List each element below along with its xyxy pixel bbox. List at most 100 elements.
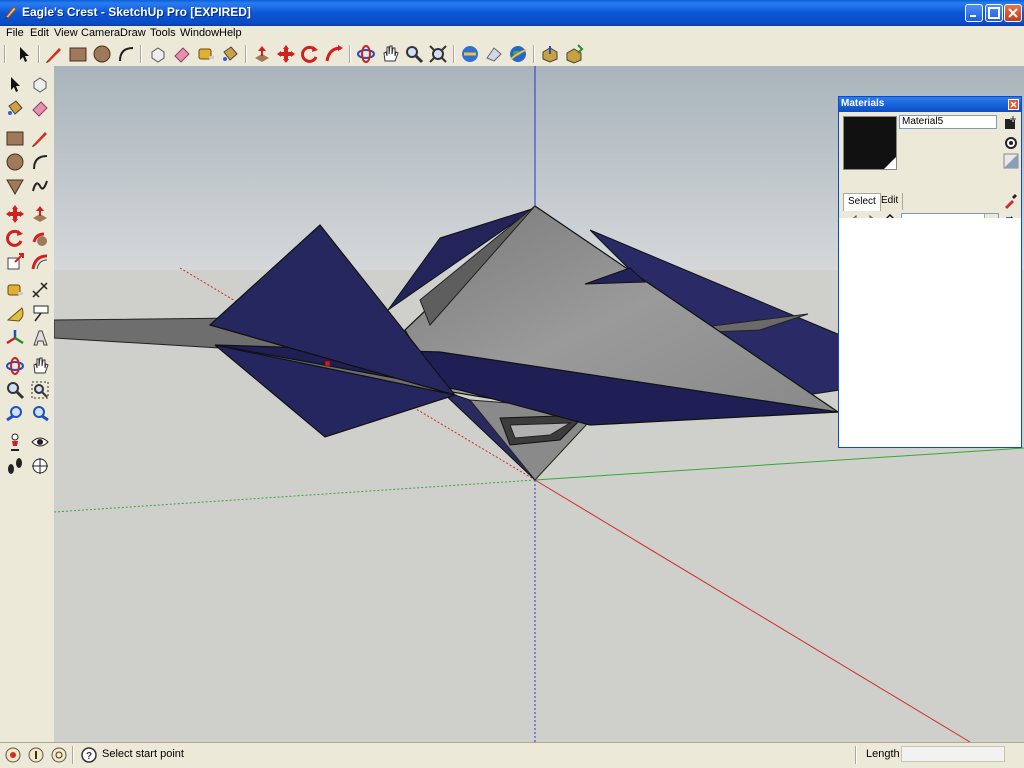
line-pencil-icon[interactable] (44, 44, 64, 64)
push-pull-icon[interactable] (30, 204, 50, 224)
orbit-icon[interactable] (356, 44, 376, 64)
default-material-icon[interactable] (1003, 153, 1019, 169)
measurements-label: Length (866, 748, 900, 760)
section-plane-icon[interactable] (30, 456, 50, 476)
rectangle-icon[interactable] (5, 128, 25, 148)
protractor-icon[interactable] (5, 304, 25, 324)
close-button[interactable] (1004, 4, 1022, 22)
menu-tools[interactable]: Tools (150, 27, 176, 39)
close-icon (1010, 101, 1017, 108)
svg-text:?: ? (86, 751, 92, 762)
share-model-icon[interactable] (484, 44, 504, 64)
eraser-icon[interactable] (30, 98, 50, 118)
scale-icon[interactable] (5, 252, 25, 272)
menu-draw[interactable]: Draw (120, 27, 146, 39)
materials-panel-title: Materials (841, 98, 885, 109)
zoom-icon[interactable] (404, 44, 424, 64)
toolbar-separator (349, 45, 351, 63)
line-pencil-icon[interactable] (30, 128, 50, 148)
move-icon[interactable] (5, 204, 25, 224)
minimize-icon (970, 15, 976, 17)
zoom-window-icon[interactable] (30, 380, 50, 400)
make-component-icon[interactable] (148, 44, 168, 64)
next-view-icon[interactable] (30, 404, 50, 424)
google-earth-icon[interactable] (508, 44, 528, 64)
arc-icon[interactable] (30, 152, 50, 172)
materials-panel-close-button[interactable] (1008, 99, 1019, 110)
pan-hand-icon[interactable] (30, 356, 50, 376)
material-preview-swatch[interactable] (843, 116, 897, 170)
axes-icon[interactable] (5, 328, 25, 348)
minimize-button[interactable] (965, 4, 983, 22)
material-name-field[interactable]: Material5 (899, 115, 997, 129)
freehand-icon[interactable] (30, 176, 50, 196)
geo-location-icon[interactable] (5, 747, 21, 763)
menu-window[interactable]: Window (180, 27, 219, 39)
inference-point-marker (324, 360, 331, 367)
select-arrow-icon[interactable] (14, 44, 34, 64)
zoom-extents-icon[interactable] (428, 44, 448, 64)
eraser-icon[interactable] (172, 44, 192, 64)
3d-text-icon[interactable] (30, 328, 50, 348)
text-icon[interactable] (30, 304, 50, 324)
offset-icon[interactable] (30, 252, 50, 272)
toolbar-separator (140, 45, 142, 63)
follow-me-icon[interactable] (324, 44, 344, 64)
look-around-icon[interactable] (30, 432, 50, 452)
rotate-icon[interactable] (300, 44, 320, 64)
menu-file[interactable]: File (6, 27, 24, 39)
toolbar-separator (38, 45, 40, 63)
get-component-icon[interactable] (540, 44, 560, 64)
status-text: Select start point (102, 748, 184, 760)
select-arrow-icon[interactable] (5, 74, 25, 94)
credits-icon[interactable] (28, 747, 44, 763)
arc-icon[interactable] (116, 44, 136, 64)
position-camera-icon[interactable] (5, 432, 25, 452)
window-title: Eagle's Crest - SketchUp Pro [EXPIRED] (22, 5, 251, 19)
menu-edit[interactable]: Edit (30, 27, 49, 39)
materials-tabs: Select Edit (839, 191, 1021, 211)
create-material-icon[interactable] (1003, 115, 1019, 131)
get-models-icon[interactable] (460, 44, 480, 64)
previous-view-icon[interactable] (5, 404, 25, 424)
zoom-icon[interactable] (5, 380, 25, 400)
pan-hand-icon[interactable] (380, 44, 400, 64)
tab-select[interactable]: Select (843, 193, 881, 211)
maximize-button[interactable] (985, 4, 1003, 22)
make-component-icon[interactable] (30, 74, 50, 94)
polygon-icon[interactable] (5, 176, 25, 196)
follow-me-icon[interactable] (30, 228, 50, 248)
tape-measure-icon[interactable] (5, 280, 25, 300)
measurements-box[interactable] (901, 746, 1005, 762)
paint-bucket-icon[interactable] (5, 98, 25, 118)
dimension-icon[interactable] (30, 280, 50, 300)
tape-measure-icon[interactable] (196, 44, 216, 64)
share-component-icon[interactable] (564, 44, 584, 64)
menu-help[interactable]: Help (219, 27, 242, 39)
toolbar-separator (453, 45, 455, 63)
rectangle-icon[interactable] (68, 44, 88, 64)
paint-bucket-icon[interactable] (220, 44, 240, 64)
status-bar: ? Select start point Length (0, 742, 1024, 768)
tab-edit[interactable]: Edit (877, 193, 904, 210)
menu-view[interactable]: View (54, 27, 78, 39)
main-toolbar (0, 42, 1024, 67)
toolbar-separator (245, 45, 247, 63)
materials-panel-titlebar[interactable]: Materials (839, 97, 1021, 112)
rotate-icon[interactable] (5, 228, 25, 248)
eyedropper-icon[interactable] (1002, 193, 1018, 209)
status-separator (855, 746, 857, 764)
orbit-icon[interactable] (5, 356, 25, 376)
sample-paint-icon[interactable] (1003, 134, 1019, 150)
user-account-icon[interactable] (51, 747, 67, 763)
sketchup-app-icon (5, 6, 17, 19)
move-icon[interactable] (276, 44, 296, 64)
materials-list-area[interactable] (839, 218, 1021, 447)
menu-camera[interactable]: Camera (81, 27, 120, 39)
circle-icon[interactable] (5, 152, 25, 172)
maximize-icon (988, 7, 1000, 19)
walk-icon[interactable] (5, 456, 25, 476)
push-pull-icon[interactable] (252, 44, 272, 64)
help-icon[interactable]: ? (81, 747, 97, 763)
circle-icon[interactable] (92, 44, 112, 64)
